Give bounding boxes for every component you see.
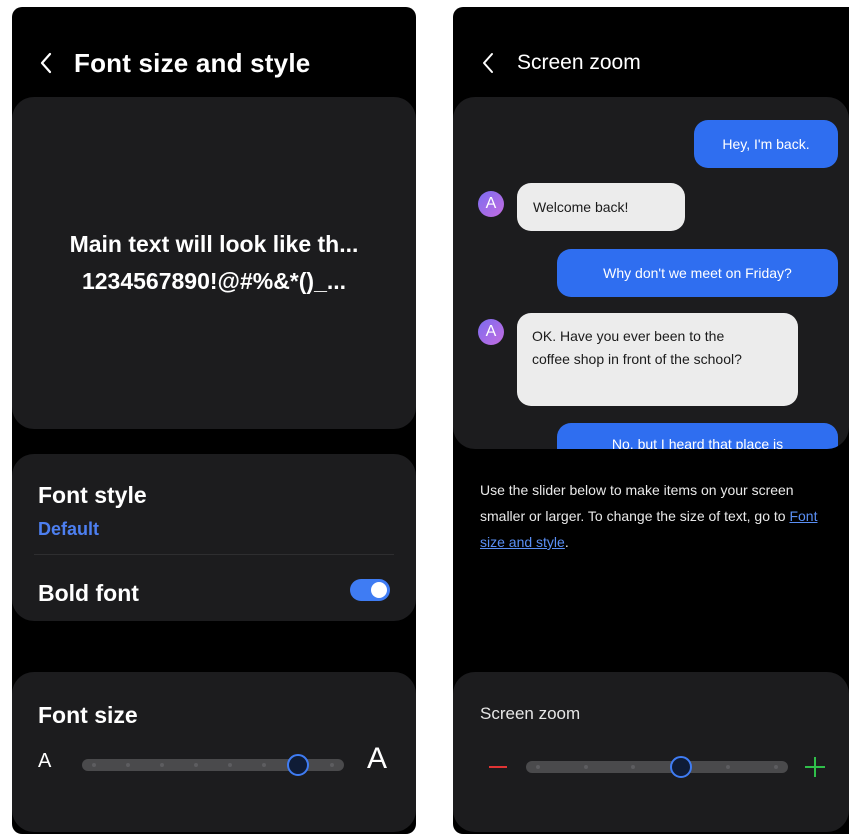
back-icon[interactable] [34,49,58,77]
avatar: A [478,191,504,217]
font-options-card: Font style Default Bold font [12,454,416,621]
header: Font size and style [12,45,416,81]
page-title: Screen zoom [517,51,641,74]
preview-characters: 1234567890!@#%&*()_... [81,268,347,294]
font-size-label: Font size [38,702,138,728]
screen-zoom-screen: Screen zoom Hey, I'm back. A Welcome bac… [453,7,849,834]
header: Screen zoom [453,45,849,81]
font-style-row[interactable]: Font style Default [12,454,416,554]
preview-main-text: Main text will look like th... [69,231,359,257]
bold-font-toggle[interactable] [350,579,390,601]
message-bubble-incoming: Welcome back! [517,183,685,231]
bold-font-label: Bold font [38,580,139,606]
text-preview-card: Main text will look like th... 123456789… [12,97,416,429]
font-size-card: Font size A A [12,672,416,832]
message-bubble-outgoing: Hey, I'm back. [694,120,838,168]
screen-zoom-card: Screen zoom [453,672,849,832]
page-title: Font size and style [74,47,311,78]
slider-step-dot [774,765,778,769]
divider [34,554,394,555]
avatar: A [478,319,504,345]
slider-step-dot [583,765,588,769]
chat-preview: Hey, I'm back. A Welcome back! Why don't… [453,97,849,449]
large-a-icon: A [367,742,388,775]
slider-step-dot [160,763,164,767]
zoom-help-text: Use the slider below to make items on yo… [480,477,825,555]
font-size-slider[interactable] [82,754,344,776]
slider-thumb[interactable] [287,754,309,776]
minus-icon[interactable] [488,757,508,777]
font-settings-screen: Font size and style Main text will look … [12,7,416,834]
slider-step-dot [330,763,334,767]
font-style-label: Font style [38,482,147,508]
toggle-knob [371,582,387,598]
slider-step-dot [92,763,96,767]
slider-step-dot [262,763,266,767]
screen-zoom-slider[interactable] [526,756,788,778]
screen-zoom-label: Screen zoom [480,704,581,723]
slider-thumb[interactable] [669,756,692,778]
slider-step-dot [228,763,232,767]
font-style-value: Default [38,519,100,539]
message-bubble-outgoing: No, but I heard that place is [557,423,838,449]
small-a-icon: A [38,750,52,772]
slider-step-dot [631,765,636,769]
slider-step-dot [726,765,731,769]
message-bubble-incoming: OK. Have you ever been to the coffee sho… [517,313,798,406]
plus-icon[interactable] [804,756,826,778]
message-bubble-outgoing: Why don't we meet on Friday? [557,249,838,297]
slider-step-dot [126,763,130,767]
back-icon[interactable] [476,49,500,77]
slider-step-dot [194,763,198,767]
help-text-body: Use the slider below to make items on yo… [480,482,794,524]
help-text-end: . [564,534,569,550]
slider-step-dot [536,765,540,769]
